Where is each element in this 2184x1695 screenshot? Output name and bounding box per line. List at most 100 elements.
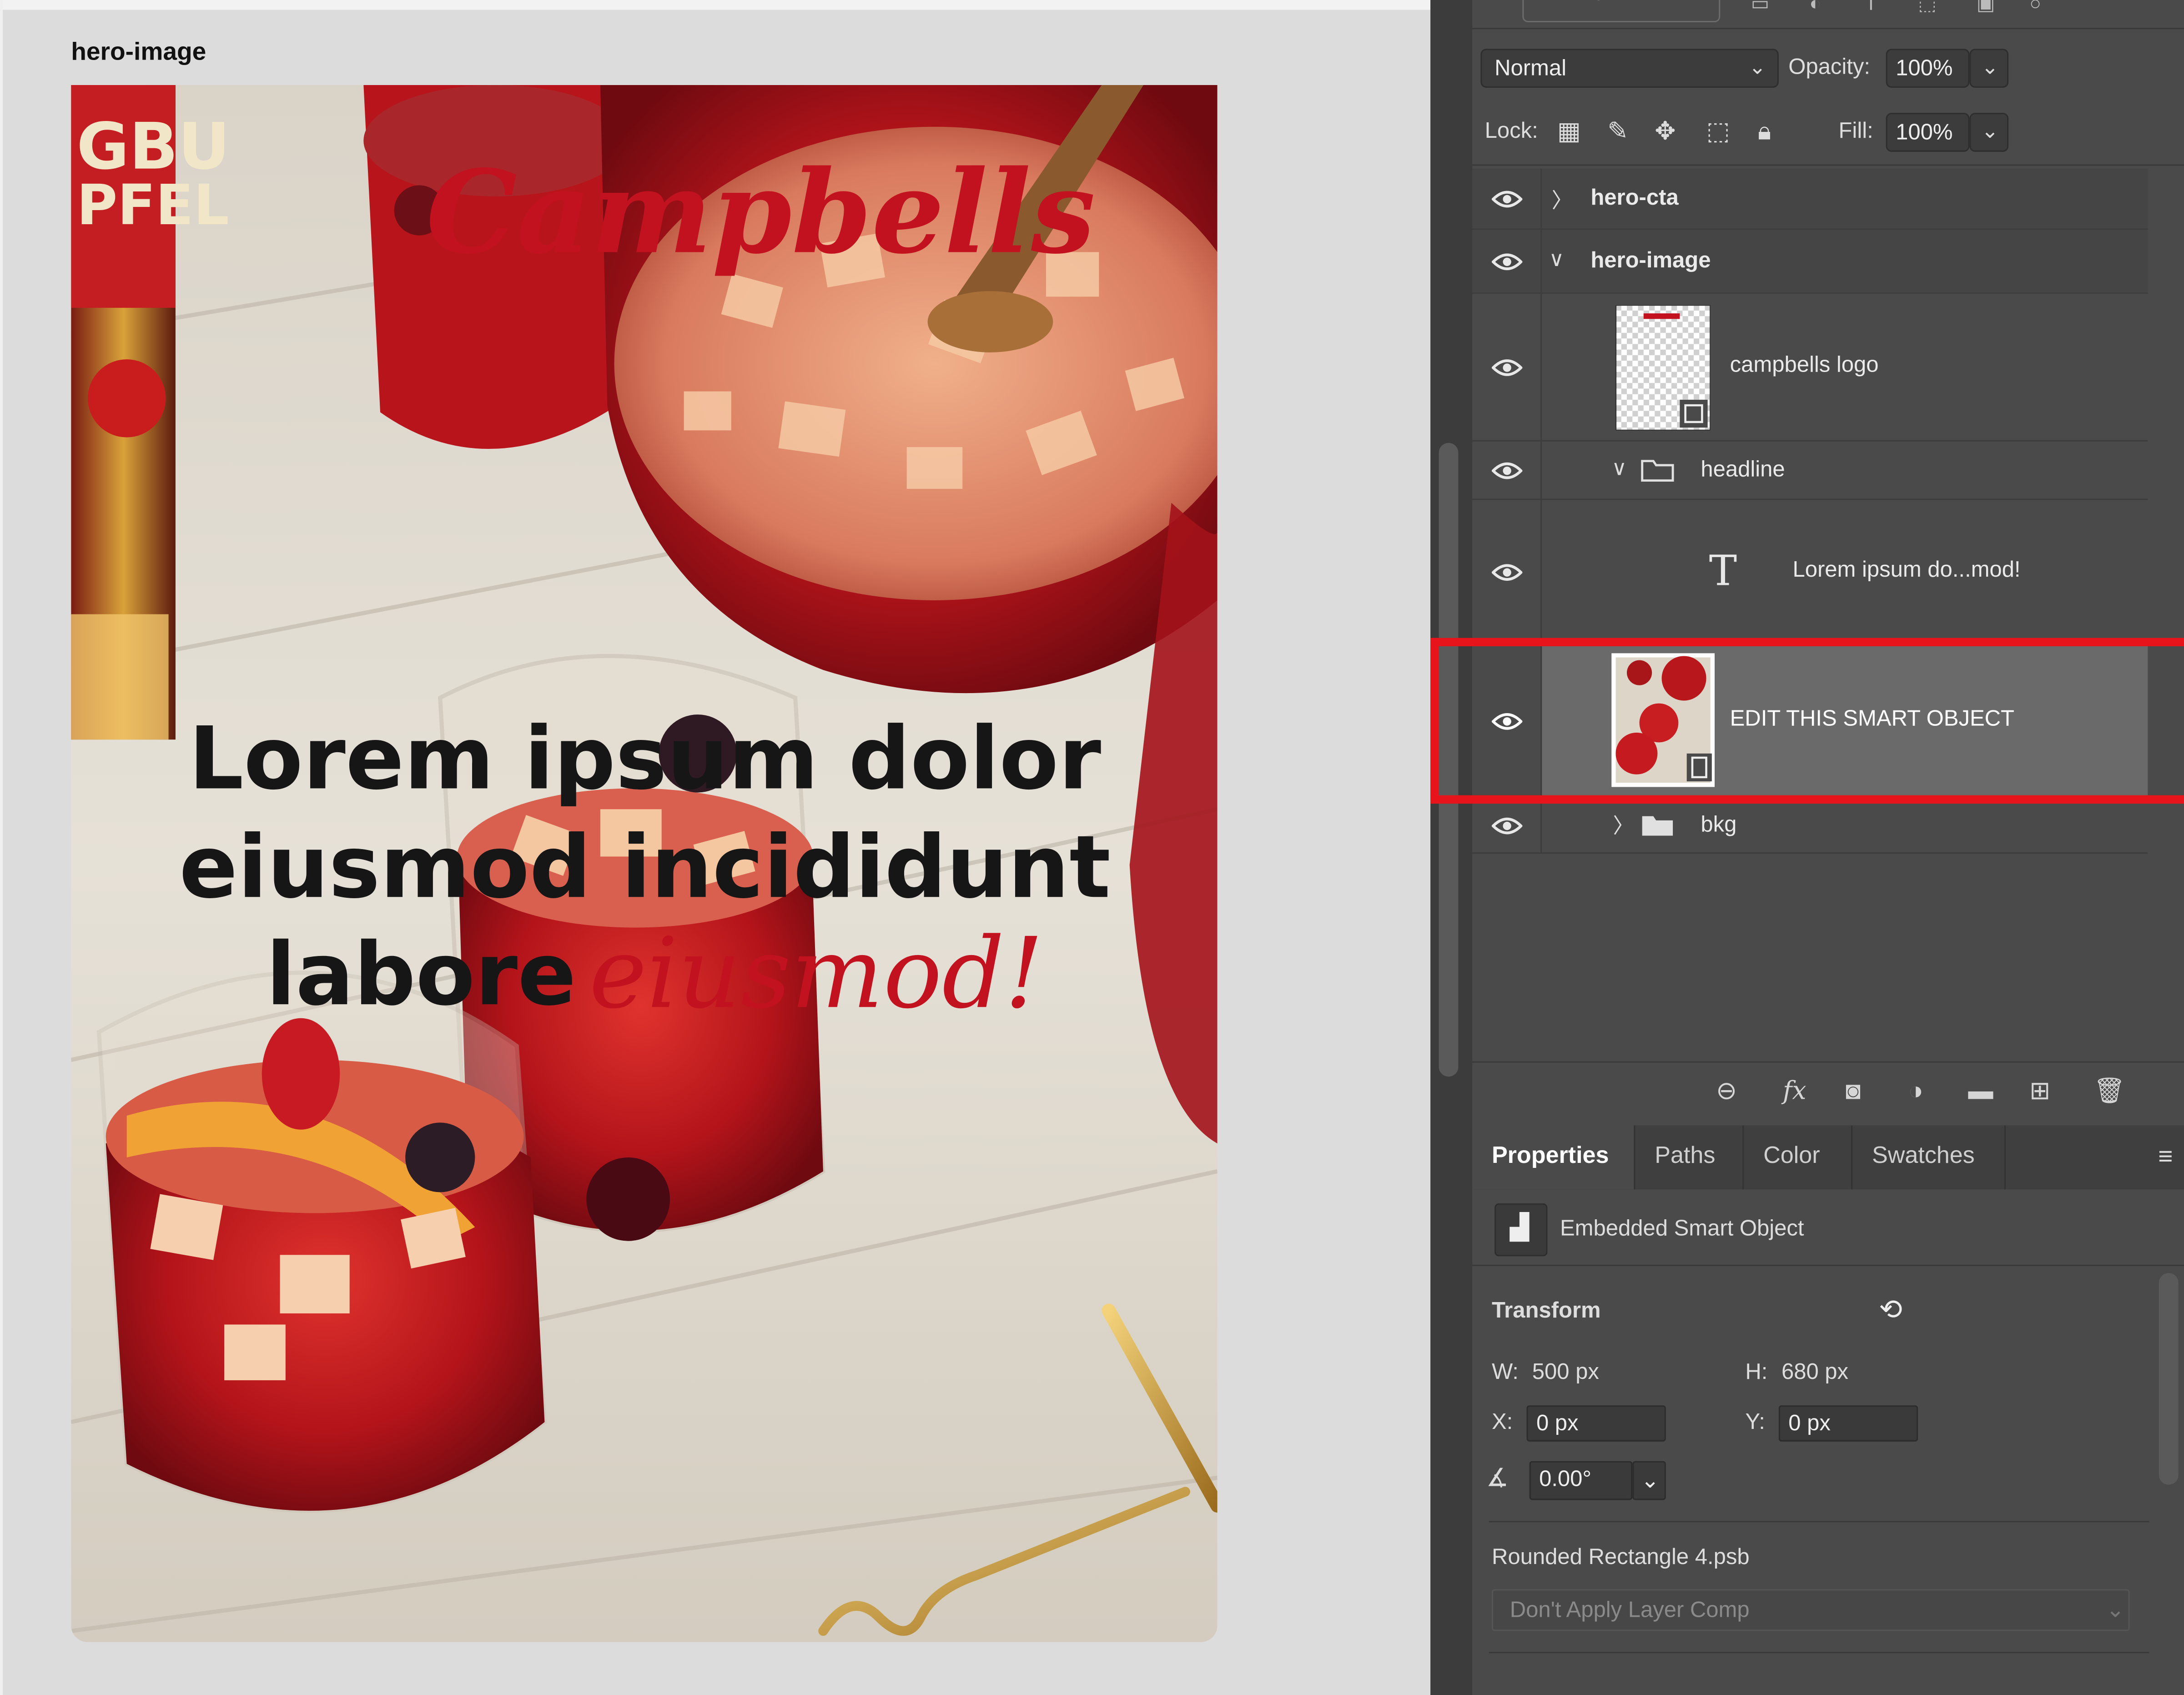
layer-row[interactable]: ∨ headline — [1472, 441, 2148, 500]
layer-name: Lorem ipsum do...mod! — [1792, 558, 2021, 583]
new-layer-icon[interactable]: ⊞ — [2029, 1076, 2050, 1106]
chevron-down-icon[interactable]: ∨ — [1611, 455, 1627, 481]
panel-menu-icon[interactable]: ≡ — [2158, 1142, 2173, 1171]
folder-icon[interactable]: ▬ — [1968, 1076, 1993, 1106]
tab-swatches[interactable]: Swatches — [1852, 1125, 2006, 1190]
height-label: H: — [1745, 1361, 1768, 1385]
y-value: 0 px — [1788, 1412, 1831, 1436]
layer-row[interactable]: ∨ hero-image — [1472, 230, 2148, 294]
layers-footer: ⊖ fx ◙ ◑ ▬ ⊞ 🗑︎ — [1472, 1061, 2184, 1124]
panel-scrollbar-thumb[interactable] — [1439, 443, 1459, 1077]
eye-icon[interactable] — [1491, 563, 1523, 582]
angle-dropdown-button[interactable]: ⌄ — [1632, 1461, 1666, 1500]
canvas-left-edge — [0, 0, 3, 1695]
svg-text:PFEL: PFEL — [76, 172, 229, 237]
lock-position-icon[interactable]: ✥ — [1655, 117, 1676, 146]
angle-value: 0.00° — [1539, 1468, 1592, 1492]
layer-row[interactable]: 〉 hero-cta — [1472, 168, 2148, 230]
reset-transform-icon[interactable]: ⟲ — [1879, 1293, 1902, 1328]
document-canvas[interactable]: hero-image GBU PFEL Campbells Lorem ipsu… — [0, 0, 1431, 1695]
linked-file-name: Rounded Rectangle 4.psb — [1491, 1546, 1750, 1570]
smart-object-icon: ▟ — [1495, 1203, 1548, 1257]
smart-object-type: Embedded Smart Object — [1560, 1217, 1804, 1241]
fill-value: 100% — [1896, 121, 1953, 145]
headline-line-3-script: eiusmod! — [589, 916, 1043, 1030]
photoshop-window: hero-image GBU PFEL Campbells Lorem ipsu… — [0, 0, 2184, 1695]
lock-all-icon[interactable]: 🔒︎ — [1758, 117, 1771, 146]
layer-thumbnail — [1615, 305, 1711, 431]
chevron-down-icon: ⌄ — [1981, 55, 1999, 80]
chevron-down-icon: ⌄ — [2106, 1599, 2125, 1623]
layer-name: headline — [1701, 458, 1785, 482]
divider — [1489, 1521, 2149, 1523]
properties-tab-bar: Properties Paths Color Swatches ≡ — [1472, 1125, 2184, 1190]
chevron-right-icon[interactable]: 〉 — [1552, 185, 1573, 214]
lock-row: Lock: ▦ ✎ ✥ ⬚ 🔒︎ Fill: 100% ⌄ — [1472, 101, 2184, 166]
type-filter-icon[interactable]: T — [1865, 0, 1877, 14]
y-input[interactable]: 0 px — [1778, 1405, 1918, 1442]
lock-artboard-icon[interactable]: ⬚ — [1706, 117, 1730, 146]
front-glass — [96, 971, 547, 1513]
adjustment-filter-icon[interactable]: ◐ — [1809, 0, 1821, 14]
fill-label: Fill: — [1838, 120, 1873, 144]
blend-mode-dropdown[interactable]: Normal ⌄ — [1480, 49, 1779, 88]
filter-kind-dropdown[interactable]: Kind — [1522, 0, 1721, 22]
eye-icon[interactable] — [1491, 712, 1523, 731]
canvas-top-edge — [0, 0, 1431, 10]
panel-scroll-track[interactable] — [1430, 0, 1473, 1695]
hero-photo: GBU PFEL Campbells Lorem ipsum dolor eiu… — [71, 85, 1218, 1642]
eye-icon[interactable] — [1491, 816, 1523, 836]
artboard-title[interactable]: hero-image — [71, 38, 206, 67]
eye-icon[interactable] — [1491, 461, 1523, 481]
eye-icon[interactable] — [1491, 190, 1523, 209]
chevron-down-icon: ⌄ — [1981, 120, 1999, 144]
x-label: X: — [1491, 1411, 1513, 1435]
opacity-value: 100% — [1896, 57, 1953, 81]
layer-row[interactable]: T Lorem ipsum do...mod! — [1472, 500, 2148, 639]
angle-input[interactable]: 0.00° — [1529, 1461, 1633, 1500]
layer-name: EDIT THIS SMART OBJECT — [1730, 707, 2014, 731]
shape-filter-icon[interactable]: ⬚ — [1918, 0, 1937, 15]
angle-icon: ∡ — [1486, 1464, 1509, 1492]
artboard-hero-image[interactable]: GBU PFEL Campbells Lorem ipsum dolor eiu… — [71, 85, 1218, 1642]
layer-name: hero-image — [1590, 249, 1711, 273]
folder-icon — [1642, 816, 1673, 836]
side-panel: Kind ▭ ◐ T ⬚ ▣ ○ Normal ⌄ Opacity: 100% … — [1430, 0, 2184, 1695]
opacity-slider-button[interactable]: ⌄ — [1969, 49, 2009, 88]
y-label: Y: — [1745, 1411, 1765, 1435]
layer-name: bkg — [1701, 813, 1737, 837]
x-input[interactable]: 0 px — [1526, 1405, 1666, 1442]
tab-paths[interactable]: Paths — [1635, 1125, 1744, 1190]
filter-kind-label: Kind — [1565, 0, 1605, 4]
eye-icon[interactable] — [1491, 252, 1523, 272]
eye-icon[interactable] — [1491, 358, 1523, 377]
adjustment-icon[interactable]: ◑ — [1908, 1076, 1923, 1106]
layer-name: hero-cta — [1590, 186, 1679, 211]
filter-toggle-icon[interactable]: ○ — [2029, 0, 2041, 14]
lock-transparency-icon[interactable]: ▦ — [1557, 117, 1581, 146]
width-value: 500 px — [1532, 1361, 1599, 1385]
trash-icon[interactable]: 🗑︎ — [2093, 1076, 2125, 1106]
tab-color[interactable]: Color — [1744, 1125, 1853, 1190]
link-icon[interactable]: ⊖ — [1716, 1076, 1737, 1106]
fx-icon[interactable]: fx — [1783, 1076, 1807, 1106]
layer-comp-dropdown[interactable]: Don't Apply Layer Comp ⌄ — [1491, 1589, 2130, 1631]
chevron-down-icon[interactable]: ∨ — [1549, 246, 1565, 272]
properties-scrollbar-thumb[interactable] — [2159, 1273, 2179, 1485]
layer-row-selected[interactable]: EDIT THIS SMART OBJECT — [1472, 639, 2148, 798]
mask-icon[interactable]: ◙ — [1846, 1076, 1861, 1106]
height-value: 680 px — [1781, 1361, 1849, 1385]
layer-row[interactable]: campbells logo — [1472, 294, 2148, 442]
fill-slider-button[interactable]: ⌄ — [1969, 113, 2009, 152]
tab-properties[interactable]: Properties — [1472, 1125, 1635, 1190]
divider — [1472, 1264, 2184, 1266]
campbells-logo: Campbells — [426, 145, 1095, 279]
opacity-field[interactable]: 100% — [1886, 49, 1970, 88]
layer-row[interactable]: 〉 bkg — [1472, 798, 2148, 854]
fill-field[interactable]: 100% — [1886, 113, 1970, 152]
chevron-right-icon[interactable]: 〉 — [1613, 810, 1634, 840]
pixel-filter-icon[interactable]: ▭ — [1751, 0, 1770, 15]
chevron-down-icon: ⌄ — [1748, 55, 1766, 80]
lock-brush-icon[interactable]: ✎ — [1607, 117, 1628, 146]
smart-filter-icon[interactable]: ▣ — [1977, 0, 1995, 15]
